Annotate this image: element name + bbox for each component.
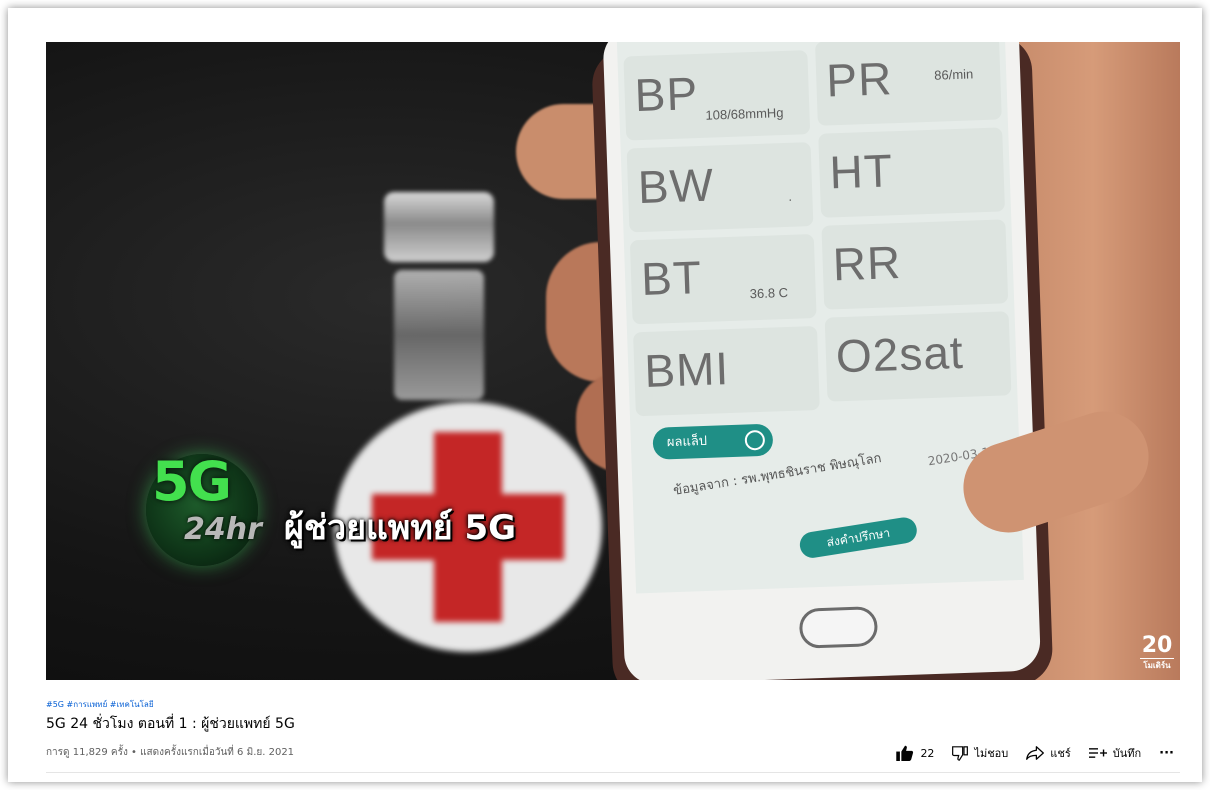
view-count-date: การดู 11,829 ครั้ง • แสดงครั้งแรกเมื่อวั… [46, 747, 295, 758]
lab-results-button: ผลแล็ป [652, 423, 774, 460]
divider [46, 772, 1180, 773]
playlist-add-icon [1088, 748, 1107, 758]
dislike-button[interactable]: ไม่ชอบ [952, 744, 1008, 762]
watermark-number: 20 [1141, 633, 1173, 658]
action-bar: 22 ไม่ชอบ แชร์ บันทึก ··· [896, 744, 1174, 762]
tile-value: . [788, 188, 793, 204]
logo-5g-text: 5G [152, 450, 232, 513]
tile-label: O2sat [835, 325, 965, 383]
tile-bt: BT 36.8 C [629, 234, 817, 325]
tile-label: BT [640, 250, 703, 306]
tile-pr: PR 86/min [814, 42, 1002, 126]
save-button[interactable]: บันทึก [1088, 744, 1142, 762]
smartphone: BP 108/68mmHg PR 86/min BW . HT BT 36.8 … [591, 42, 1054, 680]
tile-label: HT [828, 144, 894, 199]
video-title: 5G 24 ชั่วโมง ตอนที่ 1 : ผู้ช่วยแพทย์ 5G [46, 716, 295, 732]
send-consult-button: ส่งคำปรึกษา [798, 515, 919, 560]
tile-bmi: BMI [633, 325, 820, 417]
tile-label: BW [637, 158, 715, 214]
tile-bw: BW . [626, 142, 814, 233]
tile-value: 36.8 C [749, 284, 789, 302]
watermark-subtext: โมเดิร์น [1140, 658, 1174, 672]
thumbs-up-icon [896, 745, 914, 761]
bag-clasp [384, 192, 494, 402]
tile-rr: RR [821, 219, 1009, 310]
more-icon: ··· [1159, 745, 1174, 761]
tile-label: PR [825, 52, 894, 107]
phone-home-button [798, 606, 879, 649]
phone-screen: BP 108/68mmHg PR 86/min BW . HT BT 36.8 … [616, 42, 1024, 594]
tile-label: RR [831, 236, 903, 291]
like-button[interactable]: 22 [896, 745, 934, 761]
dislike-label: ไม่ชอบ [974, 747, 1009, 760]
tile-label: BP [633, 66, 699, 122]
tile-ht: HT [818, 127, 1006, 218]
refresh-icon [744, 429, 766, 451]
share-label: แชร์ [1050, 747, 1071, 760]
thumbs-down-icon [952, 745, 969, 761]
hashtag-links[interactable]: #5G #การแพทย์ #เทคโนโลยี [46, 698, 154, 711]
tile-o2sat: O2sat [824, 311, 1012, 402]
share-button[interactable]: แชร์ [1026, 744, 1071, 762]
logo-24hr-text: 24hr [184, 512, 262, 547]
share-icon [1026, 746, 1045, 760]
tile-label: BMI [643, 342, 731, 397]
lab-results-label: ผลแล็ป [666, 433, 708, 451]
save-label: บันทึก [1112, 747, 1142, 760]
like-count: 22 [920, 746, 935, 760]
tile-value: 108/68mmHg [705, 105, 784, 123]
more-actions-button[interactable]: ··· [1159, 746, 1174, 761]
tile-value: 86/min [933, 66, 974, 83]
tile-bp: BP 108/68mmHg [623, 50, 811, 141]
channel-watermark: 20 โมเดิร์น [1140, 634, 1174, 670]
video-caption: ผู้ช่วยแพทย์ 5G [284, 508, 517, 548]
video-player[interactable]: BP 108/68mmHg PR 86/min BW . HT BT 36.8 … [46, 42, 1180, 680]
